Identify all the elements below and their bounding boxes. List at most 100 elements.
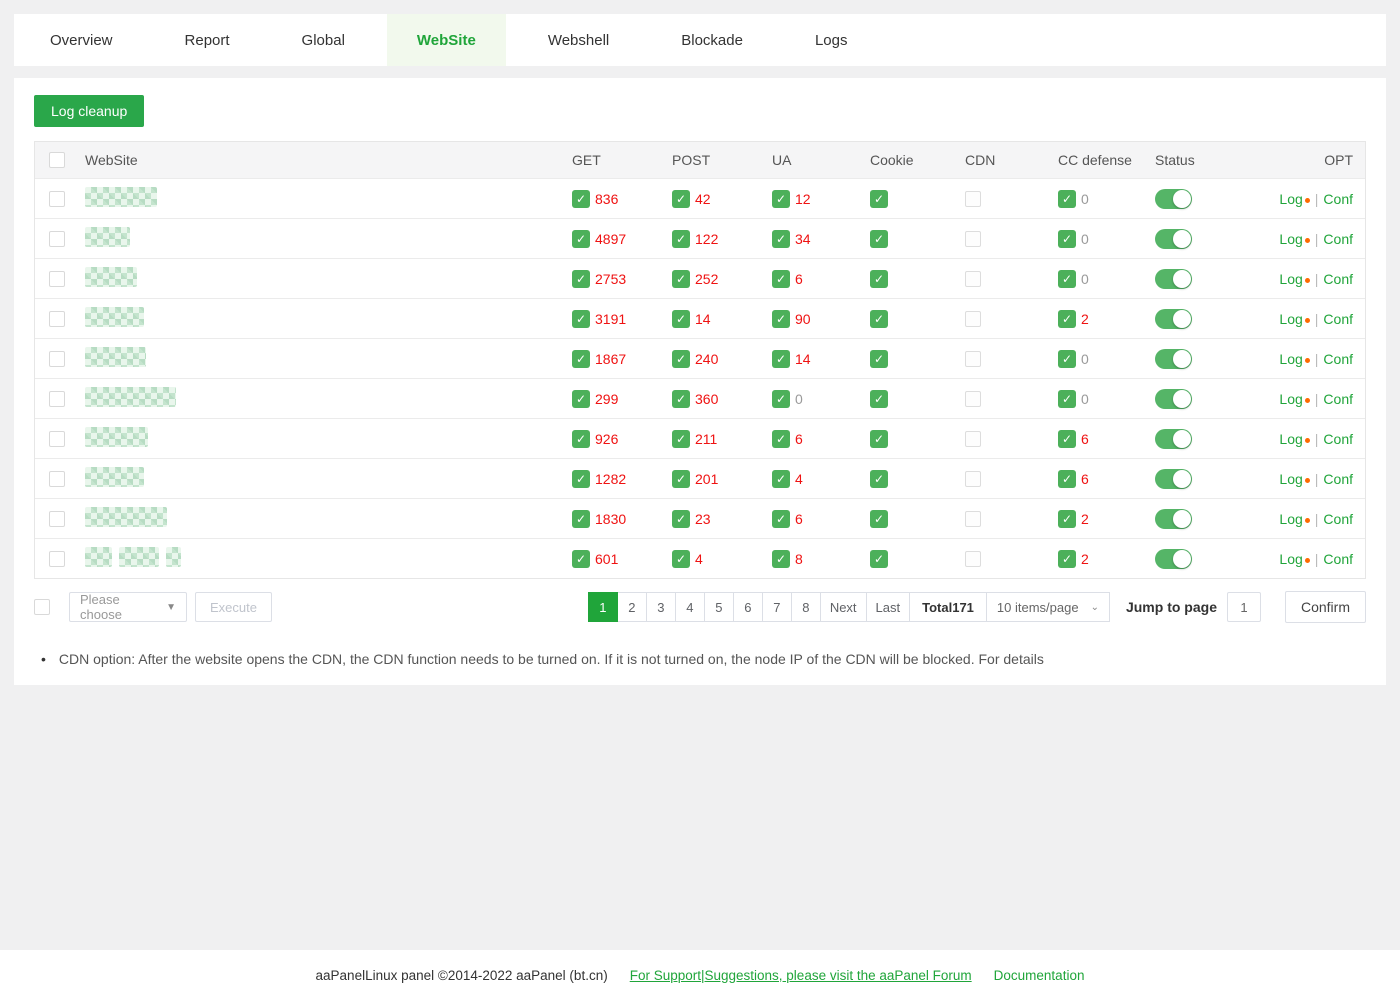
- conf-link[interactable]: Conf: [1323, 191, 1353, 207]
- row-checkbox[interactable]: [49, 351, 65, 367]
- cdn-checkbox[interactable]: [965, 311, 981, 327]
- log-link[interactable]: Log: [1279, 471, 1302, 487]
- status-toggle[interactable]: [1155, 469, 1192, 489]
- row-checkbox[interactable]: [49, 231, 65, 247]
- confirm-button[interactable]: Confirm: [1285, 591, 1366, 623]
- log-link[interactable]: Log: [1279, 511, 1302, 527]
- log-link[interactable]: Log: [1279, 231, 1302, 247]
- log-link[interactable]: Log: [1279, 431, 1302, 447]
- tab-overview[interactable]: Overview: [20, 14, 143, 66]
- status-toggle[interactable]: [1155, 229, 1192, 249]
- row-checkbox[interactable]: [49, 471, 65, 487]
- pagination-page-8[interactable]: 8: [791, 592, 821, 622]
- row-checkbox[interactable]: [49, 431, 65, 447]
- row-checkbox[interactable]: [49, 391, 65, 407]
- log-link[interactable]: Log: [1279, 391, 1302, 407]
- count-value: 0: [795, 391, 803, 407]
- header-status: Status: [1155, 152, 1195, 168]
- log-notification-dot: [1305, 558, 1310, 563]
- cookie-enabled-icon[interactable]: [870, 470, 888, 488]
- pagination-page-5[interactable]: 5: [704, 592, 734, 622]
- cdn-checkbox[interactable]: [965, 551, 981, 567]
- cdn-checkbox[interactable]: [965, 191, 981, 207]
- post-enabled-icon: [672, 470, 690, 488]
- log-link[interactable]: Log: [1279, 351, 1302, 367]
- bulk-select-checkbox[interactable]: [34, 599, 50, 615]
- pagination-page-4[interactable]: 4: [675, 592, 705, 622]
- tab-logs[interactable]: Logs: [785, 14, 878, 66]
- status-toggle[interactable]: [1155, 309, 1192, 329]
- cdn-checkbox[interactable]: [965, 511, 981, 527]
- log-link[interactable]: Log: [1279, 311, 1302, 327]
- cookie-enabled-icon[interactable]: [870, 510, 888, 528]
- support-forum-link[interactable]: For Support|Suggestions, please visit th…: [630, 968, 972, 983]
- table-row: 29936000Log|Conf: [35, 378, 1365, 418]
- conf-link[interactable]: Conf: [1323, 311, 1353, 327]
- log-notification-dot: [1305, 198, 1310, 203]
- tab-website[interactable]: WebSite: [387, 14, 506, 66]
- conf-link[interactable]: Conf: [1323, 391, 1353, 407]
- pagination-page-6[interactable]: 6: [733, 592, 763, 622]
- conf-link[interactable]: Conf: [1323, 511, 1353, 527]
- tab-blockade[interactable]: Blockade: [651, 14, 773, 66]
- conf-link[interactable]: Conf: [1323, 231, 1353, 247]
- log-link[interactable]: Log: [1279, 191, 1302, 207]
- execute-button[interactable]: Execute: [195, 592, 272, 622]
- tab-global[interactable]: Global: [272, 14, 375, 66]
- log-cleanup-button[interactable]: Log cleanup: [34, 95, 144, 127]
- cdn-checkbox[interactable]: [965, 391, 981, 407]
- page-footer: aaPanelLinux panel ©2014-2022 aaPanel (b…: [0, 950, 1400, 1000]
- count-value: 1867: [595, 351, 626, 367]
- conf-link[interactable]: Conf: [1323, 431, 1353, 447]
- cookie-enabled-icon[interactable]: [870, 350, 888, 368]
- status-toggle[interactable]: [1155, 429, 1192, 449]
- cookie-enabled-icon[interactable]: [870, 430, 888, 448]
- row-checkbox[interactable]: [49, 511, 65, 527]
- bulk-action-select[interactable]: Please choose ▼: [69, 592, 187, 622]
- conf-link[interactable]: Conf: [1323, 471, 1353, 487]
- cookie-enabled-icon[interactable]: [870, 270, 888, 288]
- count-value: 926: [595, 431, 618, 447]
- conf-link[interactable]: Conf: [1323, 551, 1353, 567]
- status-toggle[interactable]: [1155, 389, 1192, 409]
- log-link[interactable]: Log: [1279, 551, 1302, 567]
- row-checkbox[interactable]: [49, 271, 65, 287]
- pagination-page-3[interactable]: 3: [646, 592, 676, 622]
- cookie-enabled-icon[interactable]: [870, 190, 888, 208]
- cookie-enabled-icon[interactable]: [870, 550, 888, 568]
- count-value: 1282: [595, 471, 626, 487]
- row-checkbox[interactable]: [49, 311, 65, 327]
- pagination-page-2[interactable]: 2: [617, 592, 647, 622]
- log-link[interactable]: Log: [1279, 271, 1302, 287]
- status-toggle[interactable]: [1155, 269, 1192, 289]
- cdn-checkbox[interactable]: [965, 471, 981, 487]
- cdn-checkbox[interactable]: [965, 231, 981, 247]
- cookie-enabled-icon[interactable]: [870, 230, 888, 248]
- cdn-checkbox[interactable]: [965, 351, 981, 367]
- documentation-link[interactable]: Documentation: [994, 968, 1085, 983]
- status-toggle[interactable]: [1155, 349, 1192, 369]
- cookie-enabled-icon[interactable]: [870, 390, 888, 408]
- status-toggle[interactable]: [1155, 549, 1192, 569]
- pagination-page-1[interactable]: 1: [588, 592, 618, 622]
- items-per-page-select[interactable]: 10 items/page ⌄: [986, 592, 1110, 622]
- tab-webshell[interactable]: Webshell: [518, 14, 639, 66]
- status-toggle[interactable]: [1155, 509, 1192, 529]
- cookie-enabled-icon[interactable]: [870, 310, 888, 328]
- conf-link[interactable]: Conf: [1323, 271, 1353, 287]
- pagination-next-button[interactable]: Next: [820, 592, 867, 622]
- tab-report[interactable]: Report: [155, 14, 260, 66]
- pagination-last-button[interactable]: Last: [866, 592, 911, 622]
- redacted-block: [85, 187, 157, 207]
- status-toggle[interactable]: [1155, 189, 1192, 209]
- cdn-checkbox[interactable]: [965, 431, 981, 447]
- row-checkbox[interactable]: [49, 551, 65, 567]
- get-enabled-icon: [572, 510, 590, 528]
- log-notification-dot: [1305, 438, 1310, 443]
- jump-to-page-input[interactable]: [1227, 592, 1261, 622]
- conf-link[interactable]: Conf: [1323, 351, 1353, 367]
- row-checkbox[interactable]: [49, 191, 65, 207]
- select-all-checkbox[interactable]: [49, 152, 65, 168]
- cdn-checkbox[interactable]: [965, 271, 981, 287]
- pagination-page-7[interactable]: 7: [762, 592, 792, 622]
